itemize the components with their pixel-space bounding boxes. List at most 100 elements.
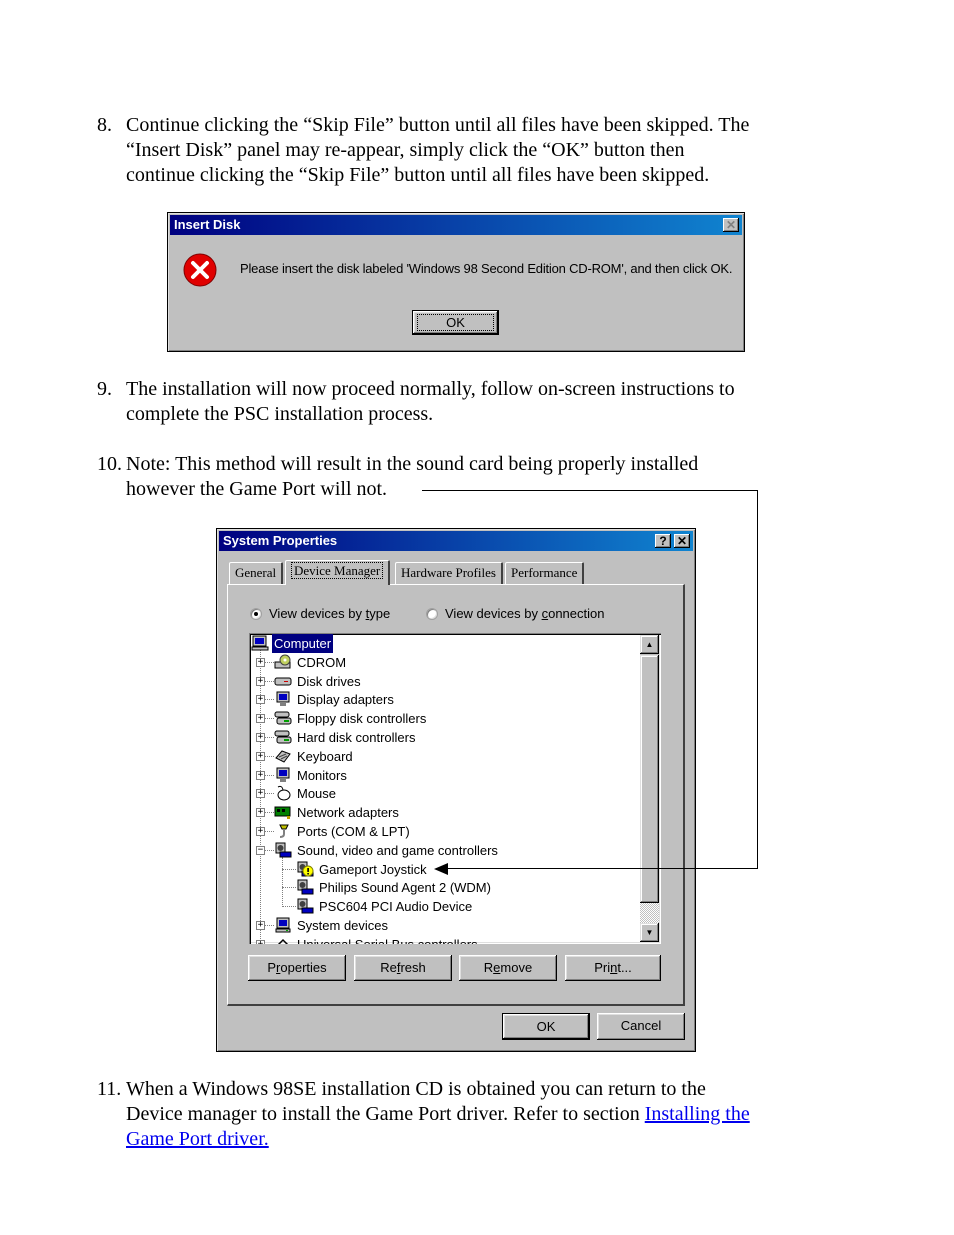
expand-icon[interactable]: +: [256, 921, 265, 930]
tab-device-manager[interactable]: Device Manager: [285, 560, 391, 585]
tree-item-label: Keyboard: [297, 748, 353, 764]
tree-item-label: Gameport Joystick: [319, 861, 427, 877]
tree-item[interactable]: + System devices: [249, 916, 639, 935]
dialog-title: System Properties: [223, 533, 338, 548]
tree-item[interactable]: + Universal Serial Bus controllers: [249, 935, 639, 944]
tree-item-label: Ports (COM & LPT): [297, 824, 410, 839]
mouse-icon: [274, 785, 292, 801]
tab-performance[interactable]: Performance: [505, 562, 585, 584]
expand-icon[interactable]: +: [256, 808, 265, 818]
collapse-icon[interactable]: −: [256, 845, 265, 855]
tree-item[interactable]: + CDROM: [249, 653, 639, 672]
tree-item[interactable]: PSC604 PCI Audio Device: [249, 897, 639, 916]
sound-device-icon: [296, 879, 314, 895]
device-tree[interactable]: Computer + CDROM + Disk drives + Display adapt…: [249, 633, 661, 944]
annotation-line: [757, 490, 758, 869]
expand-icon[interactable]: +: [256, 751, 265, 761]
radio-view-by-type[interactable]: View devices by type: [250, 606, 390, 621]
network-adapter-icon: [274, 804, 292, 820]
sound-controller-icon: [274, 842, 292, 858]
scroll-down-icon[interactable]: ▼: [640, 923, 659, 942]
step-text-line: “Insert Disk” panel may re-appear, simpl…: [126, 139, 685, 161]
step-number: 10.: [97, 453, 122, 475]
tree-item-label: Hard disk controllers: [297, 730, 416, 745]
radio-view-by-connection[interactable]: View devices by connection: [426, 606, 604, 621]
expand-icon[interactable]: +: [256, 714, 265, 724]
warning-device-icon: [296, 861, 314, 877]
radio-button[interactable]: [250, 608, 262, 620]
tree-item[interactable]: + Keyboard: [249, 747, 639, 766]
tree-item-label: Mouse: [297, 786, 337, 802]
step-number: 9.: [97, 378, 112, 400]
close-icon[interactable]: ✕: [723, 218, 739, 232]
expand-icon[interactable]: +: [256, 939, 265, 944]
tree-item-label: Universal Serial Bus controllers: [295, 935, 480, 944]
cancel-button[interactable]: Cancel: [597, 1013, 685, 1040]
step-text-line: Device manager to install the Game Port …: [126, 1103, 750, 1125]
ok-button[interactable]: OK: [502, 1013, 590, 1040]
scroll-thumb[interactable]: [640, 655, 659, 903]
computer-icon: [251, 635, 269, 651]
error-icon: [183, 253, 217, 287]
step-text-line: Continue clicking the “Skip File” button…: [126, 114, 750, 136]
tree-item[interactable]: + Display adapters: [249, 690, 639, 709]
tree-item[interactable]: + Disk drives: [249, 672, 639, 691]
expand-icon[interactable]: +: [256, 827, 265, 836]
tree-scrollbar[interactable]: ▲ ▼: [640, 635, 659, 942]
help-icon[interactable]: ?: [655, 534, 671, 548]
tree-item[interactable]: + Floppy disk controllers: [249, 709, 639, 728]
cdrom-icon: [274, 654, 292, 670]
expand-icon[interactable]: +: [256, 733, 265, 742]
step-text-line: When a Windows 98SE installation CD is o…: [126, 1078, 706, 1100]
expand-icon[interactable]: +: [256, 676, 265, 686]
tree-item-label: Network adapters: [297, 805, 399, 821]
expand-icon[interactable]: +: [256, 789, 265, 799]
tree-item-label: Disk drives: [297, 673, 361, 689]
monitor-icon: [274, 767, 292, 783]
installing-game-port-driver-link[interactable]: Game Port driver.: [126, 1128, 269, 1150]
remove-button[interactable]: Remove: [459, 955, 557, 981]
tree-item[interactable]: + Hard disk controllers: [249, 728, 639, 747]
ok-button[interactable]: OK: [412, 310, 499, 335]
tree-item[interactable]: + Network adapters: [249, 803, 639, 822]
annotation-line: [447, 868, 758, 869]
radio-button[interactable]: [426, 608, 438, 620]
print-button[interactable]: Print...: [565, 955, 661, 981]
step-text-line: Game Port driver.: [126, 1127, 827, 1152]
properties-button[interactable]: Properties: [248, 955, 346, 981]
step-text-line: continue clicking the “Skip File” button…: [126, 164, 710, 186]
expand-icon[interactable]: +: [256, 695, 265, 705]
display-adapter-icon: [274, 691, 292, 707]
tree-item[interactable]: + Ports (COM & LPT): [249, 822, 639, 841]
arrow-head-icon: [434, 863, 448, 875]
step-text-line: The installation will now proceed normal…: [126, 378, 735, 400]
scroll-track[interactable]: [640, 903, 659, 923]
step-number: 11.: [97, 1078, 122, 1100]
installing-game-port-driver-link[interactable]: Installing the: [645, 1103, 750, 1125]
close-icon[interactable]: ✕: [674, 534, 690, 548]
cancel-button-label: Cancel: [620, 1018, 662, 1033]
dialog-message: Please insert the disk labeled 'Windows …: [240, 261, 733, 276]
tree-item[interactable]: Philips Sound Agent 2 (WDM): [249, 878, 639, 897]
tree-item-label: CDROM: [297, 654, 347, 670]
system-device-icon: [274, 917, 292, 933]
tree-item[interactable]: Computer: [249, 634, 639, 653]
dialog-titlebar: System Properties ? ✕: [219, 531, 693, 551]
insert-disk-dialog: Insert Disk ✕ Please insert the disk lab…: [167, 212, 745, 352]
usb-icon: [274, 936, 292, 944]
step-9: 9. The installation will now proceed nor…: [97, 377, 827, 427]
tree-item-label: Display adapters: [297, 692, 394, 708]
dialog-titlebar: Insert Disk ✕: [170, 215, 742, 235]
refresh-button[interactable]: Refresh: [354, 955, 452, 981]
tree-item-label: Floppy disk controllers: [297, 711, 427, 727]
tab-general[interactable]: General: [229, 562, 284, 584]
expand-icon[interactable]: +: [256, 657, 265, 667]
step-text-line: complete the PSC installation process.: [126, 403, 434, 425]
tree-item[interactable]: + Monitors: [249, 766, 639, 785]
tree-item[interactable]: + Mouse: [249, 784, 639, 803]
scroll-up-icon[interactable]: ▲: [640, 635, 659, 654]
radio-label: View devices by type: [269, 606, 391, 621]
tree-item[interactable]: − Sound, video and game controllers: [249, 841, 639, 860]
expand-icon[interactable]: +: [256, 770, 265, 780]
tab-hardware-profiles[interactable]: Hardware Profiles: [395, 562, 503, 584]
